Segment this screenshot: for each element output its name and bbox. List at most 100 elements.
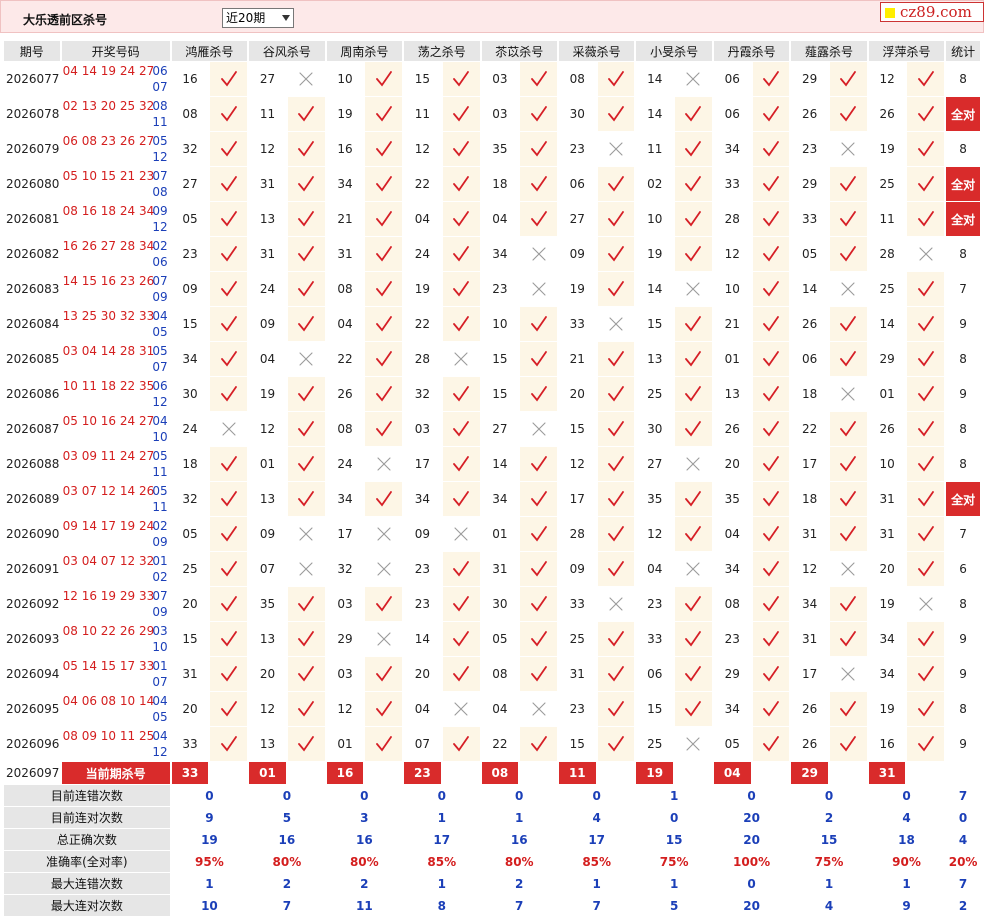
check-icon [763, 176, 779, 192]
back-number-2: 12 [152, 150, 168, 164]
hit-cell [830, 622, 867, 656]
back-number-1: 01 [152, 659, 168, 673]
back-number-2: 05 [152, 325, 168, 339]
hit-cell [287, 202, 325, 236]
summary-value: 1 [404, 873, 480, 894]
check-icon [763, 561, 779, 577]
cross-icon [609, 317, 623, 331]
kill-number: 34 [481, 482, 519, 516]
current-kill-blank [287, 762, 325, 784]
miss-cell [830, 657, 867, 691]
draw-numbers: 03 09 11 24 27 05 11 [61, 447, 170, 481]
column-header-expert[interactable]: 采薇杀号 [558, 41, 635, 61]
front-numbers: 03 07 12 14 26 [62, 484, 155, 498]
check-icon [763, 596, 779, 612]
summary-value: 80% [326, 851, 403, 872]
kill-number: 29 [791, 167, 829, 201]
kill-number: 23 [713, 622, 751, 656]
kill-number: 35 [481, 132, 519, 166]
check-icon [917, 666, 934, 682]
summary-value: 2 [326, 873, 403, 894]
kill-number: 31 [791, 517, 829, 551]
back-number-1: 07 [152, 274, 168, 288]
hit-cell [520, 622, 557, 656]
back-number-1: 04 [152, 694, 168, 708]
check-icon [375, 386, 392, 402]
column-header-expert[interactable]: 鸿雁杀号 [171, 41, 248, 61]
hit-cell [365, 727, 403, 761]
cross-icon [841, 142, 855, 156]
draw-numbers: 13 25 30 32 33 04 05 [61, 307, 170, 341]
kill-number: 31 [791, 622, 829, 656]
table-row: 2026078 02 13 20 25 32 08 11 08 11 19 11 03 30 14 0… [4, 97, 980, 131]
period-range-select[interactable]: 近20期 [222, 8, 294, 28]
kill-number: 12 [326, 692, 364, 726]
column-header-expert[interactable]: 谷风杀号 [249, 41, 325, 61]
check-icon [763, 141, 779, 157]
kill-number: 31 [558, 657, 596, 691]
kill-number-table: 期号 开奖号码 鸿雁杀号 谷风杀号 周南杀号 荡之杀号 苶苡杀号 采薇杀号 小旻杀号 丹霞杀号 薤露… [2, 40, 982, 917]
draw-numbers: 14 15 16 23 26 07 09 [61, 272, 170, 306]
correct-count: 8 [946, 237, 980, 271]
kill-number: 26 [713, 412, 751, 446]
kill-number: 12 [868, 62, 906, 96]
miss-cell [675, 727, 712, 761]
draw-numbers: 02 13 20 25 32 08 11 [61, 97, 170, 131]
check-icon [763, 281, 779, 297]
hit-cell [830, 447, 867, 481]
check-icon [685, 351, 702, 367]
kill-number: 13 [249, 202, 286, 236]
hit-cell [597, 97, 635, 131]
column-header-expert[interactable]: 周南杀号 [326, 41, 403, 61]
issue-number: 2026095 [4, 692, 60, 726]
all-correct-badge: 全对 [946, 482, 980, 516]
column-header-expert[interactable]: 丹霞杀号 [713, 41, 790, 61]
hit-cell [675, 377, 712, 411]
kill-number: 17 [558, 482, 596, 516]
column-header-expert[interactable]: 薤露杀号 [791, 41, 867, 61]
kill-number: 04 [404, 692, 441, 726]
kill-number: 09 [558, 237, 596, 271]
check-icon [608, 351, 624, 367]
summary-value: 2 [946, 895, 980, 916]
hit-cell [907, 727, 945, 761]
check-icon [608, 421, 624, 437]
summary-value: 1 [791, 873, 867, 894]
column-header-expert[interactable]: 浮萍杀号 [868, 41, 945, 61]
column-header-expert[interactable]: 苶苡杀号 [481, 41, 557, 61]
hit-cell [597, 202, 635, 236]
hit-cell [752, 307, 790, 341]
cross-icon [686, 282, 701, 296]
table-row: 2026084 13 25 30 32 33 04 05 15 09 04 22 10 33 15 2… [4, 307, 980, 341]
miss-cell [365, 447, 403, 481]
column-header-expert[interactable]: 荡之杀号 [404, 41, 480, 61]
current-issue-number: 2026097 [4, 762, 60, 784]
check-icon [685, 491, 702, 507]
hit-cell [675, 97, 712, 131]
front-numbers: 10 11 18 22 35 [62, 379, 155, 393]
check-icon [763, 491, 779, 507]
kill-number: 18 [171, 447, 209, 481]
hit-cell [907, 272, 945, 306]
site-logo[interactable]: cz89.com [880, 2, 984, 22]
column-header-expert[interactable]: 小旻杀号 [636, 41, 712, 61]
check-icon [840, 596, 857, 612]
issue-number: 2026092 [4, 587, 60, 621]
issue-number: 2026084 [4, 307, 60, 341]
kill-number: 04 [713, 517, 751, 551]
kill-number: 31 [868, 482, 906, 516]
cross-icon [686, 737, 701, 751]
summary-row: 最大连错次数 1 2 2 1 2 1 1 0 1 1 7 [4, 873, 980, 894]
check-icon [298, 106, 315, 122]
kill-number: 10 [713, 272, 751, 306]
cross-icon [222, 422, 236, 436]
correct-count: 9 [946, 377, 980, 411]
hit-cell [830, 517, 867, 551]
correct-count: 8 [946, 132, 980, 166]
current-kill-number: 29 [791, 762, 829, 784]
check-icon [530, 596, 547, 612]
current-stat-blank [946, 762, 980, 784]
check-icon [375, 106, 392, 122]
kill-number: 26 [868, 97, 906, 131]
issue-number: 2026082 [4, 237, 60, 271]
